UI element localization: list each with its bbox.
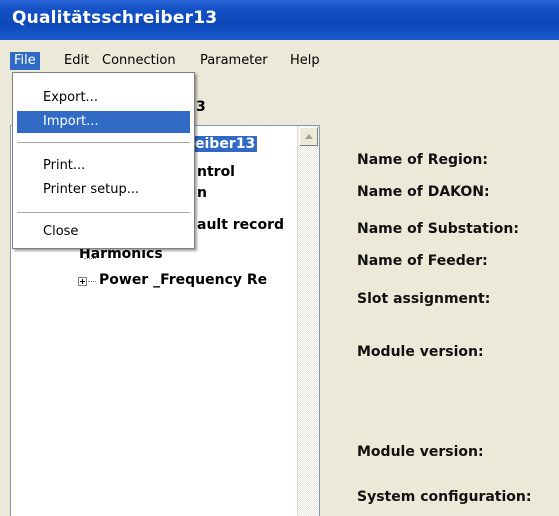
tree-item-fault-record[interactable]: ault record	[197, 217, 284, 233]
tree-item-control[interactable]: ntrol	[197, 164, 235, 180]
menu-bar: File Edit Connection Parameter Help	[0, 50, 559, 72]
vertical-scrollbar[interactable]	[297, 126, 319, 516]
scroll-up-arrow-icon[interactable]	[299, 127, 318, 146]
label-dakon: Name of DAKON:	[357, 184, 490, 200]
menu-parameter[interactable]: Parameter	[196, 52, 272, 70]
menu-item-print[interactable]: Print...	[17, 155, 190, 177]
label-slot-assignment: Slot assignment:	[357, 291, 491, 307]
expand-plus-icon[interactable]	[78, 277, 87, 286]
menu-separator	[17, 142, 190, 143]
label-module-version-2: Module version:	[357, 444, 484, 460]
title-bar[interactable]: Qualitätsschreiber13	[0, 0, 559, 40]
tree-connector	[88, 281, 96, 282]
label-substation: Name of Substation:	[357, 221, 519, 237]
label-feeder: Name of Feeder:	[357, 253, 488, 269]
panel-label: 3	[196, 99, 206, 115]
menu-item-import[interactable]: Import...	[17, 111, 190, 133]
menu-separator	[17, 212, 190, 213]
menu-edit[interactable]: Edit	[60, 52, 93, 70]
tree-item-n[interactable]: n	[197, 185, 207, 201]
tree-item-power-frequency[interactable]: Power _Frequency Re	[99, 272, 267, 288]
menu-help[interactable]: Help	[286, 52, 324, 70]
tree-root-selected[interactable]: eiber13	[193, 136, 258, 152]
label-module-version-1: Module version:	[357, 344, 484, 360]
label-system-configuration: System configuration:	[357, 489, 532, 505]
file-menu-dropdown: Export... Import... Print... Printer set…	[12, 72, 195, 249]
menu-item-close[interactable]: Close	[17, 221, 190, 243]
menu-item-export[interactable]: Export...	[17, 87, 190, 109]
label-region: Name of Region:	[357, 152, 488, 168]
menu-item-printer-setup[interactable]: Printer setup...	[17, 179, 190, 201]
menu-file[interactable]: File	[10, 52, 40, 70]
window-title: Qualitätsschreiber13	[12, 8, 218, 28]
menu-connection[interactable]: Connection	[98, 52, 180, 70]
